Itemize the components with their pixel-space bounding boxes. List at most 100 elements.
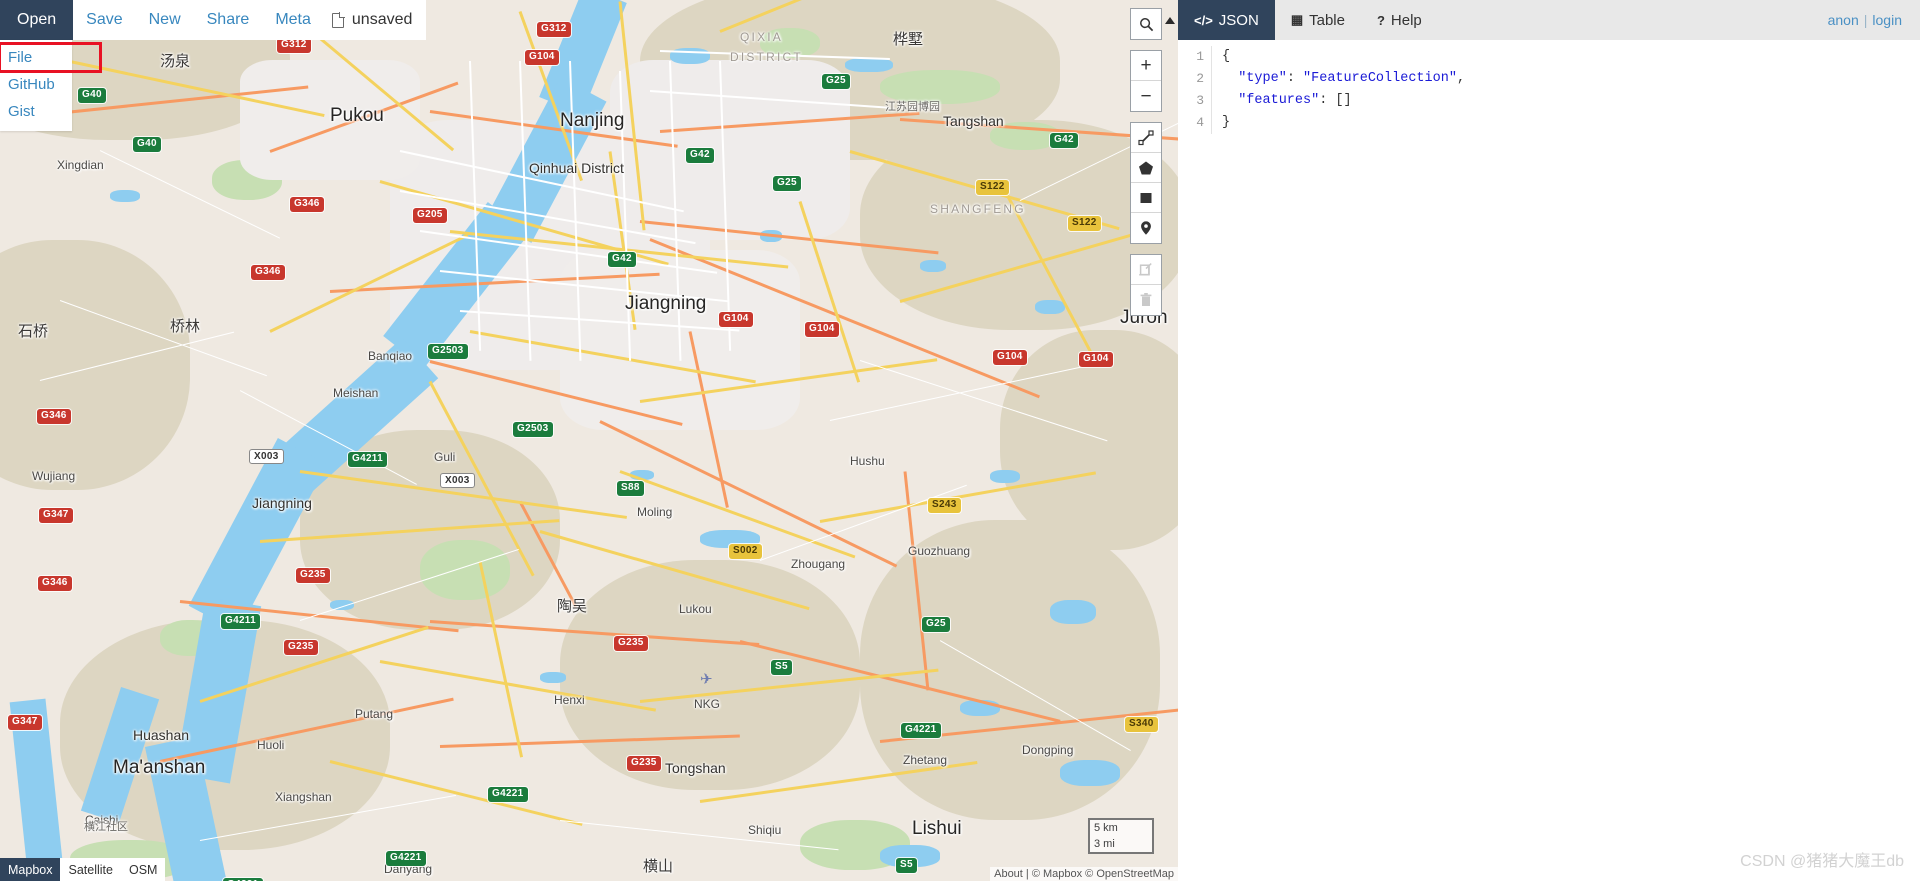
- zoom-in-label: +: [1140, 55, 1152, 76]
- map-place-label: NKG: [694, 697, 721, 711]
- road-shield: G25: [922, 617, 950, 632]
- search-icon[interactable]: [1131, 9, 1161, 39]
- map-place-label: SHANGFENG: [930, 202, 1026, 216]
- road-shield: G42: [686, 148, 714, 163]
- map-place-label: 石桥: [18, 323, 49, 340]
- map-place-label: Huoli: [257, 738, 285, 752]
- meta-button[interactable]: Meta: [262, 0, 324, 40]
- code-line: 2 "type": "FeatureCollection",: [1178, 68, 1920, 90]
- code-line: 1{: [1178, 46, 1920, 68]
- edit-icon[interactable]: [1131, 255, 1161, 285]
- map-place-label: Pukou: [330, 105, 384, 126]
- tab-help-label: Help: [1390, 11, 1422, 29]
- geojson-editor-app: ✈ 汤泉 Pukou Nanjing 桦墅 QIXIA DISTRICT 江苏园博园 Tang…: [0, 0, 1920, 881]
- code-text[interactable]: "type": "FeatureCollection",: [1212, 68, 1465, 90]
- polygon-icon[interactable]: [1131, 153, 1161, 183]
- road-shield: X003: [440, 473, 475, 488]
- map-attribution[interactable]: About | © Mapbox © OpenStreetMap: [990, 867, 1178, 881]
- json-code-editor[interactable]: 1{2 "type": "FeatureCollection", 3 "featu…: [1178, 40, 1920, 881]
- map-place-label: Caishi: [85, 813, 119, 827]
- map-place-label: 桥林: [170, 318, 201, 335]
- road-shield: G40: [78, 88, 106, 103]
- username-label[interactable]: anon: [1828, 12, 1859, 28]
- map-pane[interactable]: ✈ 汤泉 Pukou Nanjing 桦墅 QIXIA DISTRICT 江苏园博园 Tang…: [0, 0, 1178, 881]
- map-place-label: Putang: [355, 707, 394, 721]
- road-shield: G4221: [901, 723, 941, 738]
- code-text[interactable]: {: [1212, 46, 1230, 68]
- map-place-label: 陶吴: [557, 598, 588, 615]
- scale-imperial: 3 mi: [1088, 836, 1154, 854]
- rectangle-icon[interactable]: [1131, 183, 1161, 213]
- map-place-label: 汤泉: [160, 53, 191, 70]
- zoom-out-button[interactable]: −: [1131, 81, 1161, 111]
- map-place-label: Moling: [637, 505, 673, 519]
- tab-json[interactable]: </> JSON: [1178, 0, 1275, 40]
- road-shield: G2503: [428, 344, 468, 359]
- code-line: 3 "features": []: [1178, 90, 1920, 112]
- road-shield: G104: [525, 50, 559, 65]
- map-place-label: Xingdian: [57, 158, 104, 172]
- map-place-label: Qinhuai District: [529, 160, 624, 176]
- scale-bar: 5 km 3 mi: [1088, 818, 1154, 854]
- trash-icon[interactable]: [1131, 285, 1161, 315]
- map-place-label: Danyang: [384, 862, 433, 876]
- menu-item-gist[interactable]: Gist: [0, 98, 72, 125]
- code-text[interactable]: }: [1212, 112, 1230, 134]
- map-place-label: Ma'anshan: [113, 757, 206, 778]
- basemap-mapbox[interactable]: Mapbox: [0, 858, 61, 881]
- map-place-label: Tongshan: [665, 760, 726, 776]
- map-control-stack: + −: [1130, 8, 1162, 316]
- road-shield: G347: [39, 508, 73, 523]
- zoom-in-button[interactable]: +: [1131, 51, 1161, 81]
- new-button[interactable]: New: [135, 0, 194, 40]
- save-button[interactable]: Save: [73, 0, 136, 40]
- polyline-icon[interactable]: [1131, 123, 1161, 153]
- tab-help[interactable]: ? Help: [1361, 0, 1438, 40]
- road-shield: G104: [805, 322, 839, 337]
- road-shield: G4221: [488, 787, 528, 802]
- open-dropdown-menu[interactable]: File GitHub Gist: [0, 40, 102, 131]
- top-toolbar: Open Save New Share Meta unsaved: [0, 0, 427, 40]
- road-shield: S340: [1125, 717, 1158, 732]
- line-number: 3: [1178, 90, 1212, 112]
- basemap-switcher: Mapbox Satellite OSM: [0, 858, 166, 881]
- road-shield: G347: [8, 715, 42, 730]
- basemap-satellite[interactable]: Satellite: [60, 858, 121, 881]
- map-place-label: Zhougang: [791, 557, 846, 571]
- marker-icon[interactable]: [1131, 213, 1161, 243]
- line-number: 4: [1178, 112, 1212, 134]
- road-shield: G346: [37, 409, 71, 424]
- road-shield: S88: [617, 481, 644, 496]
- road-shield: G4211: [348, 452, 387, 467]
- collapse-arrow-icon[interactable]: [1164, 14, 1176, 26]
- map-place-label: Zhetang: [903, 753, 948, 767]
- road-shield: S5: [771, 660, 792, 675]
- road-shield: G235: [627, 756, 661, 771]
- share-button[interactable]: Share: [193, 0, 263, 40]
- login-link[interactable]: login: [1872, 12, 1902, 28]
- road-shield: S122: [976, 180, 1009, 195]
- code-text[interactable]: "features": []: [1212, 90, 1351, 112]
- question-icon: ?: [1376, 12, 1385, 28]
- map-place-label: Henxi: [554, 693, 585, 707]
- road-shield: G346: [38, 576, 72, 591]
- basemap-osm[interactable]: OSM: [120, 858, 166, 881]
- map-place-label: 横江社区: [84, 821, 128, 833]
- tab-table[interactable]: ▦ Table: [1275, 0, 1361, 40]
- menu-item-file[interactable]: File: [0, 42, 102, 73]
- road-shield: G235: [614, 636, 648, 651]
- document-icon: [331, 12, 344, 28]
- airport-icon: ✈: [700, 671, 713, 688]
- map-place-label: Shiqiu: [748, 823, 782, 837]
- road-shield: G104: [719, 312, 753, 327]
- json-pane: </> JSON ▦ Table ? Help anon | login 1{2…: [1178, 0, 1920, 881]
- map-place-label: Guli: [434, 450, 456, 464]
- menu-item-github[interactable]: GitHub: [0, 71, 72, 98]
- file-status: unsaved: [323, 0, 427, 40]
- tab-json-label: JSON: [1218, 11, 1259, 29]
- road-shield: G346: [251, 265, 285, 280]
- map-canvas[interactable]: ✈ 汤泉 Pukou Nanjing 桦墅 QIXIA DISTRICT 江苏园博园 Tang…: [0, 0, 1178, 881]
- road-shield: G25: [822, 74, 850, 89]
- road-shield: G235: [296, 568, 330, 583]
- open-button[interactable]: Open: [0, 0, 74, 40]
